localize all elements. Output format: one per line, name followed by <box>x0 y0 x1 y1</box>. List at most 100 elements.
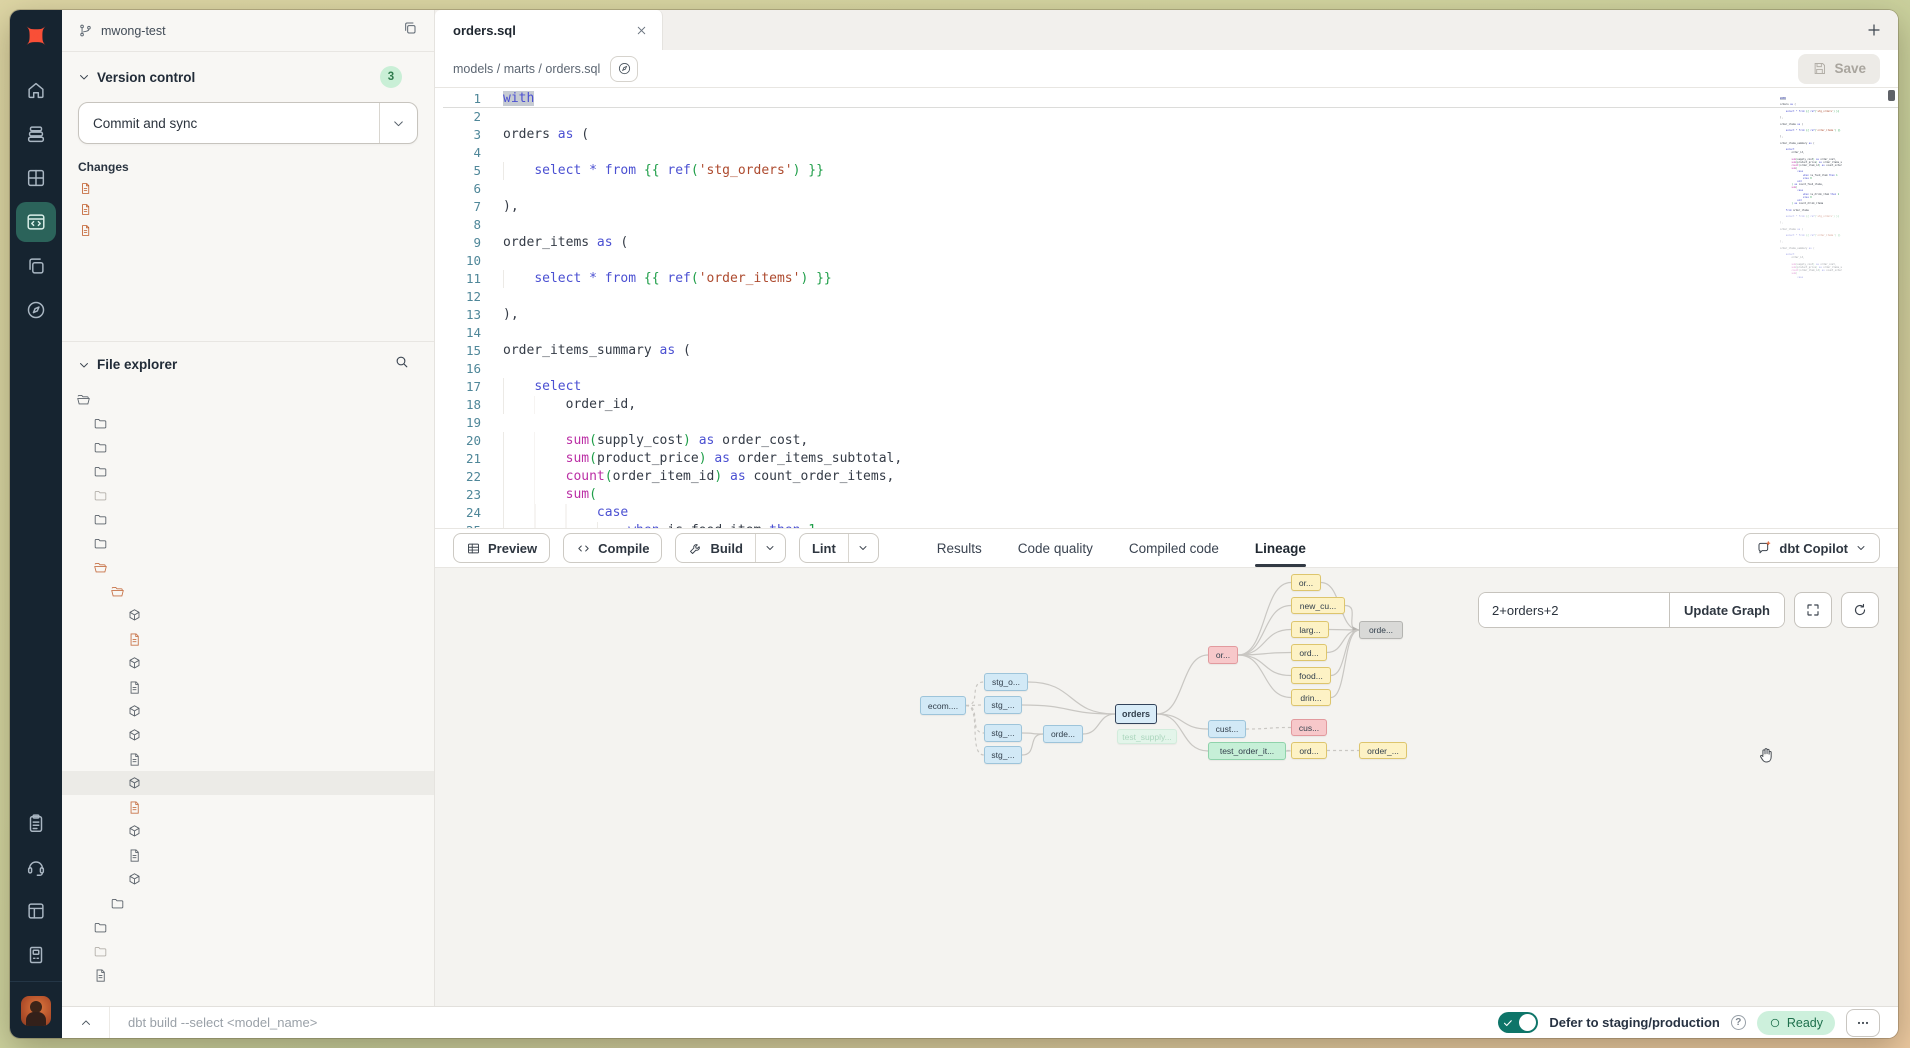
dbt-logo-icon[interactable] <box>19 20 53 54</box>
tree-item-order-items-sql[interactable] <box>62 723 434 747</box>
breadcrumb-bar: models / marts / orders.sql Save <box>435 50 1898 88</box>
tree-item-customers-sql[interactable] <box>62 603 434 627</box>
lineage-node[interactable]: test_order_it... <box>1208 742 1286 760</box>
help-icon[interactable]: ? <box>1731 1015 1746 1030</box>
lineage-node[interactable]: cus... <box>1291 719 1327 736</box>
tree-item-supplies-sql[interactable] <box>62 867 434 891</box>
expand-command-bar[interactable] <box>62 1007 110 1038</box>
orchestration-icon[interactable] <box>16 246 56 286</box>
checklist-icon[interactable] <box>16 803 56 843</box>
lineage-selector-input[interactable] <box>1479 593 1669 627</box>
tree-item-macros[interactable] <box>62 531 434 555</box>
lineage-node[interactable]: orde... <box>1359 621 1403 639</box>
environments-icon[interactable] <box>16 114 56 154</box>
lineage-node[interactable]: orders <box>1115 704 1157 724</box>
tree-item--github[interactable] <box>62 411 434 435</box>
tree-item-customers-yml[interactable] <box>62 627 434 651</box>
project-name: mwong-test <box>101 24 166 38</box>
lineage-node[interactable]: stg_... <box>984 696 1022 714</box>
tree-item-jaffle-shop[interactable] <box>62 387 434 411</box>
save-button[interactable]: Save <box>1798 54 1880 84</box>
dbt-copilot-button[interactable]: dbt Copilot <box>1743 533 1880 563</box>
duplicate-icon[interactable] <box>402 20 418 41</box>
explore-compass-icon[interactable] <box>16 290 56 330</box>
reader-icon[interactable] <box>16 935 56 975</box>
compile-button[interactable]: Compile <box>563 533 662 563</box>
tab-lineage[interactable]: Lineage <box>1255 529 1306 567</box>
tree-item-orders-sql[interactable] <box>62 771 434 795</box>
lineage-node[interactable]: ecom.... <box>920 696 966 715</box>
commit-options-caret[interactable] <box>379 103 417 143</box>
changed-file[interactable] <box>62 178 434 199</box>
lineage-node[interactable]: or... <box>1291 574 1321 591</box>
tree-item-target[interactable] <box>62 939 434 963</box>
lineage-node[interactable]: larg... <box>1291 621 1329 638</box>
commit-and-sync-select[interactable]: Commit and sync <box>78 102 418 144</box>
lineage-node[interactable]: drin... <box>1291 689 1331 706</box>
apps-grid-icon[interactable] <box>16 158 56 198</box>
lineage-node[interactable]: stg_... <box>984 746 1022 764</box>
file-explorer-title: File explorer <box>97 357 177 372</box>
tab-results[interactable]: Results <box>937 529 982 567</box>
changed-file[interactable] <box>62 220 434 241</box>
lint-options-caret[interactable] <box>848 534 878 562</box>
tree-item-products-yml[interactable] <box>62 843 434 867</box>
lineage-node[interactable]: or... <box>1208 646 1238 664</box>
user-avatar[interactable] <box>21 996 51 1026</box>
search-icon[interactable] <box>394 354 410 375</box>
lineage-node[interactable]: cust... <box>1208 720 1246 738</box>
build-options-caret[interactable] <box>755 534 785 562</box>
tree-item-orders-yml[interactable] <box>62 795 434 819</box>
refresh-button[interactable] <box>1841 592 1879 628</box>
tree-item-models[interactable] <box>62 555 434 579</box>
open-in-explorer-button[interactable] <box>610 56 638 82</box>
lineage-node[interactable]: orde... <box>1043 725 1083 743</box>
close-icon[interactable] <box>635 24 648 37</box>
lineage-node[interactable]: ord... <box>1291 742 1327 759</box>
tree-item-locations-yml[interactable] <box>62 675 434 699</box>
ide-icon[interactable] <box>16 202 56 242</box>
lineage-node[interactable]: new_cu... <box>1291 597 1345 614</box>
code-editor[interactable]: 1with23orders as (45 select * from {{ re… <box>435 88 1898 528</box>
lineage-node[interactable]: test_supply... <box>1117 729 1177 744</box>
changed-file[interactable] <box>62 199 434 220</box>
tree-item-data-tests[interactable] <box>62 459 434 483</box>
home-icon[interactable] <box>16 70 56 110</box>
new-tab-plus-icon[interactable] <box>1866 22 1882 38</box>
version-control-header[interactable]: Version control 3 <box>62 52 434 96</box>
tab-orders-sql[interactable]: orders.sql <box>435 10 663 50</box>
tree-item-jaffle-data[interactable] <box>62 507 434 531</box>
lineage-node[interactable]: order_... <box>1359 742 1407 759</box>
lint-button[interactable]: Lint <box>800 534 848 562</box>
tree-item-analyses[interactable] <box>62 435 434 459</box>
tree-item-marts[interactable] <box>62 579 434 603</box>
code-line: 14 <box>443 324 1898 342</box>
tab-compiled-code[interactable]: Compiled code <box>1129 529 1219 567</box>
scrollbar-thumb[interactable] <box>1888 90 1895 101</box>
tab-code-quality[interactable]: Code quality <box>1018 529 1093 567</box>
tree-item-metricflow-time-spine-sql[interactable] <box>62 699 434 723</box>
tree-item-staging[interactable] <box>62 891 434 915</box>
more-options-button[interactable] <box>1846 1009 1880 1037</box>
tree-item-order-items-yml[interactable] <box>62 747 434 771</box>
command-input[interactable]: dbt build --select <model_name> <box>128 1015 317 1030</box>
support-headset-icon[interactable] <box>16 847 56 887</box>
update-graph-button[interactable]: Update Graph <box>1669 593 1784 627</box>
lineage-node[interactable]: stg_... <box>984 724 1022 742</box>
tree-item-locations-sql[interactable] <box>62 651 434 675</box>
tree-item-seeds[interactable] <box>62 915 434 939</box>
defer-toggle[interactable] <box>1498 1012 1538 1033</box>
build-button[interactable]: Build <box>676 534 755 562</box>
tree-item--gitignore[interactable] <box>62 963 434 987</box>
docs-panel-icon[interactable] <box>16 891 56 931</box>
tree-item-dbt-packages[interactable] <box>62 483 434 507</box>
lineage-node[interactable]: stg_o... <box>984 673 1028 691</box>
build-label: Build <box>710 541 743 556</box>
preview-button[interactable]: Preview <box>453 533 550 563</box>
file-explorer-header[interactable]: File explorer <box>62 342 434 383</box>
lineage-node[interactable]: ord... <box>1291 644 1327 661</box>
editor-scrollbar[interactable] <box>1887 88 1896 528</box>
fullscreen-button[interactable] <box>1794 592 1832 628</box>
tree-item-products-sql[interactable] <box>62 819 434 843</box>
lineage-node[interactable]: food... <box>1291 667 1331 684</box>
